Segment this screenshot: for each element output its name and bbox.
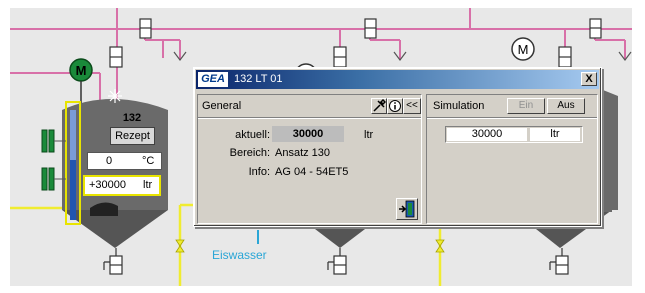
aktuell-value: 30000: [272, 126, 344, 142]
level-value: +30000: [89, 179, 127, 191]
general-panel: General << aktuell: 30000 ltr Bereich: A…: [197, 94, 422, 224]
ein-button[interactable]: Ein: [507, 98, 545, 114]
simulation-value-input[interactable]: 30000: [447, 128, 527, 141]
back-button[interactable]: <<: [403, 98, 421, 114]
level-unit: ltr: [143, 179, 153, 191]
aus-button[interactable]: Aus: [547, 98, 585, 114]
temperature-display[interactable]: 0 °C: [87, 152, 162, 170]
aktuell-unit: ltr: [364, 129, 374, 141]
temperature-value: 0: [106, 155, 113, 167]
info-button[interactable]: [387, 98, 403, 114]
bereich-value: Ansatz 130: [275, 147, 331, 159]
simulation-field: 30000 ltr: [445, 126, 583, 143]
motor-label: M: [76, 63, 87, 78]
close-button[interactable]: X: [581, 72, 597, 86]
exit-button[interactable]: [396, 198, 418, 220]
temperature-unit: °C: [142, 155, 155, 167]
level-display[interactable]: +30000 ltr: [83, 175, 161, 196]
tank-number: 132: [122, 112, 142, 124]
tools-button[interactable]: [371, 98, 387, 114]
dialog-titlebar[interactable]: GEA 132 LT 01 X: [196, 70, 599, 89]
aktuell-label: aktuell:: [235, 129, 270, 141]
simulation-panel: Simulation Ein Aus 30000 ltr: [426, 94, 598, 224]
separator: [427, 117, 597, 119]
separator: [198, 117, 421, 119]
svg-text:M: M: [518, 42, 529, 57]
simulation-unit: ltr: [530, 128, 580, 141]
general-title: General: [202, 100, 242, 112]
info-label: Info:: [248, 166, 270, 178]
dialog-title: 132 LT 01: [234, 73, 283, 85]
info-value: AG 04 - 54ET5: [275, 166, 349, 178]
bereich-label: Bereich:: [229, 147, 270, 159]
exit-door-icon: [399, 200, 415, 218]
eiswasser-label: Eiswasser: [212, 248, 267, 262]
simulation-title: Simulation: [433, 100, 485, 112]
level-transmitter-dialog: GEA 132 LT 01 X General << aktuell: 3000…: [193, 67, 602, 227]
gea-logo: GEA: [198, 72, 228, 87]
rezept-button[interactable]: Rezept: [110, 127, 155, 145]
tools-icon: [373, 98, 387, 112]
info-icon: [389, 100, 401, 112]
